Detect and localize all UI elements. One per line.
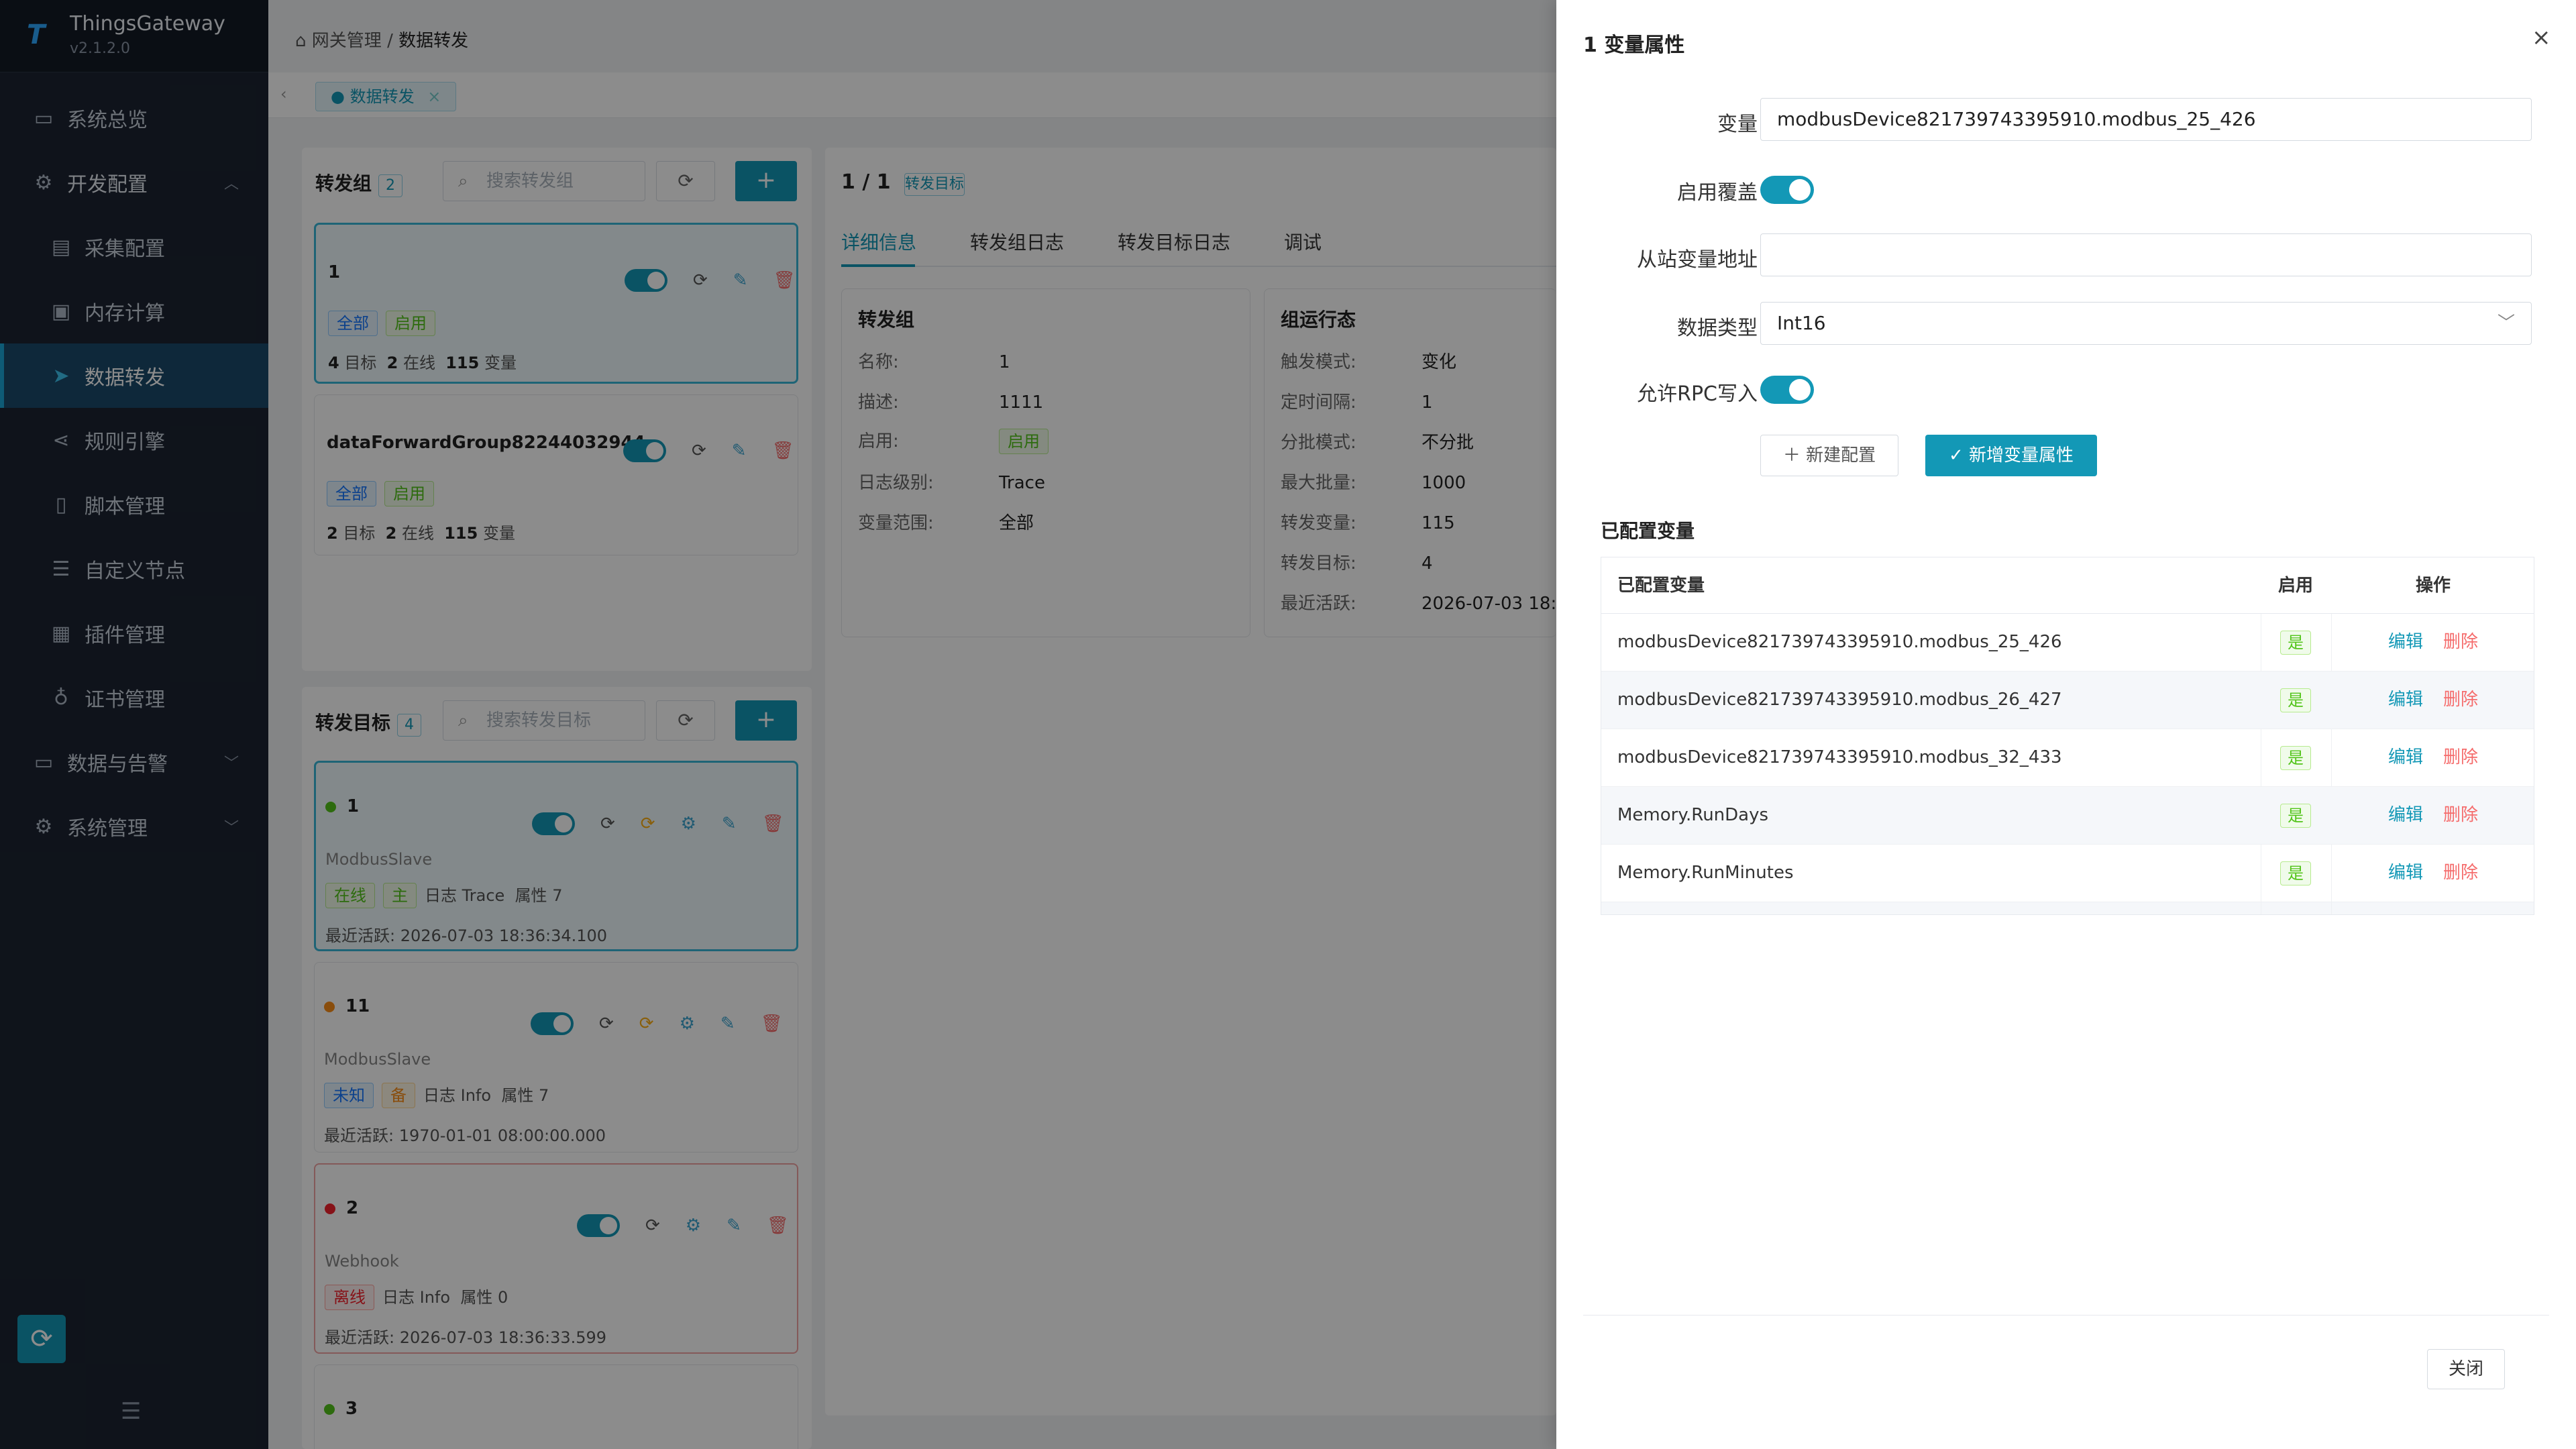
variable-name: modbusDevice821739743395910.modbus_25_42… xyxy=(1617,632,2062,652)
enabled-badge: 是 xyxy=(2280,745,2311,770)
table-row: modbusDevice821739743395910.modbus_32_43… xyxy=(1601,729,2534,787)
column-header: 启用 xyxy=(2277,576,2313,596)
variable-name: modbusDevice821739743395910.modbus_26_42… xyxy=(1617,690,2062,710)
enabled-badge: 是 xyxy=(2280,630,2311,655)
delete-link[interactable]: 删除 xyxy=(2443,747,2478,767)
column-header: 已配置变量 xyxy=(1617,576,1705,596)
modal-overlay[interactable] xyxy=(0,0,1556,1449)
table-scroll-spacer xyxy=(1601,902,2534,914)
check-icon: ✓ xyxy=(1948,445,1964,466)
delete-link[interactable]: 删除 xyxy=(2443,863,2478,883)
table-row: modbusDevice821739743395910.modbus_26_42… xyxy=(1601,672,2534,729)
delete-link[interactable]: 删除 xyxy=(2443,690,2478,710)
variable-name: Memory.RunDays xyxy=(1617,805,1769,825)
table-row: Memory.RunMinutes 是 编辑 删除 xyxy=(1601,845,2534,902)
variable-attribute-drawer: 1 变量属性 × 变量 modbusDevice821739743395910.… xyxy=(1556,0,2576,1449)
edit-link[interactable]: 编辑 xyxy=(2388,690,2423,710)
override-label: 启用覆盖 xyxy=(1677,181,1758,205)
table-header: 已配置变量 启用 操作 xyxy=(1601,557,2534,614)
configured-variables-table: 已配置变量 启用 操作 modbusDevice821739743395910.… xyxy=(1601,557,2534,915)
datatype-select[interactable]: Int16 ﹀ xyxy=(1760,302,2532,345)
rpc-write-toggle[interactable] xyxy=(1760,376,1814,404)
column-header: 操作 xyxy=(2415,576,2451,596)
variable-label: 变量 xyxy=(1717,113,1758,136)
delete-link[interactable]: 删除 xyxy=(2443,632,2478,652)
slave-address-label: 从站变量地址 xyxy=(1637,248,1758,272)
close-icon[interactable]: × xyxy=(2532,24,2551,51)
slave-address-input[interactable] xyxy=(1760,233,2532,276)
edit-link[interactable]: 编辑 xyxy=(2388,805,2423,825)
edit-link[interactable]: 编辑 xyxy=(2388,863,2423,883)
enabled-badge: 是 xyxy=(2280,803,2311,828)
table-row: modbusDevice821739743395910.modbus_25_42… xyxy=(1601,614,2534,672)
datatype-label: 数据类型 xyxy=(1677,317,1758,340)
close-button[interactable]: 关闭 xyxy=(2427,1349,2505,1389)
edit-link[interactable]: 编辑 xyxy=(2388,632,2423,652)
chevron-down-icon: ﹀ xyxy=(2497,313,2515,333)
table-row: Memory.RunDays 是 编辑 删除 xyxy=(1601,787,2534,845)
variable-select[interactable]: modbusDevice821739743395910.modbus_25_42… xyxy=(1760,98,2532,141)
edit-link[interactable]: 编辑 xyxy=(2388,747,2423,767)
footer-divider xyxy=(1583,1315,2549,1316)
variable-name: Memory.RunMinutes xyxy=(1617,863,1794,883)
rpc-write-label: 允许RPC写入 xyxy=(1637,382,1758,406)
override-toggle[interactable] xyxy=(1760,176,1814,204)
datatype-value: Int16 xyxy=(1777,312,1826,334)
plus-icon: ＋ xyxy=(1782,445,1801,466)
enabled-badge: 是 xyxy=(2280,688,2311,712)
configured-variables-title: 已配置变量 xyxy=(1601,520,1695,542)
variable-name: modbusDevice821739743395910.modbus_32_43… xyxy=(1617,747,2062,767)
drawer-title: 1 变量属性 xyxy=(1583,34,1685,57)
enabled-badge: 是 xyxy=(2280,861,2311,885)
add-variable-attribute-button[interactable]: ✓ 新增变量属性 xyxy=(1925,435,2097,476)
delete-link[interactable]: 删除 xyxy=(2443,805,2478,825)
new-config-button[interactable]: ＋ 新建配置 xyxy=(1760,435,1898,476)
